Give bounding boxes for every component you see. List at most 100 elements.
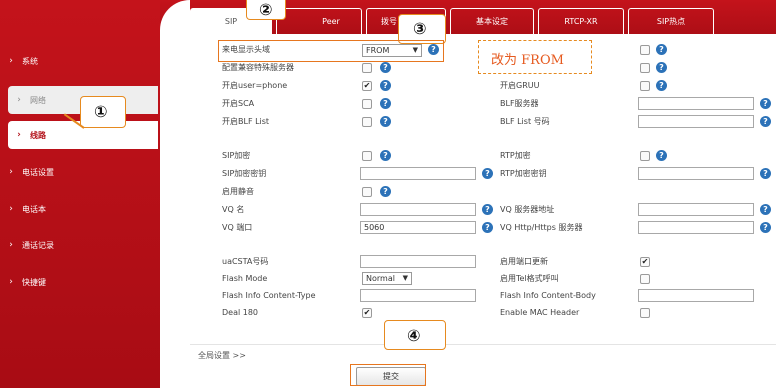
sidebar-item-call-log[interactable]: › 通话记录 — [0, 231, 158, 259]
user-phone-checkbox[interactable]: ✔ — [362, 81, 372, 91]
sip-encrypt-checkbox[interactable] — [362, 151, 372, 161]
annotation-callout-4: ④ — [384, 320, 446, 350]
sidebar-item-label: 通话记录 — [22, 240, 54, 250]
sidebar-item-label: 网络 — [30, 95, 46, 105]
uacsta-label: uaCSTA号码 — [222, 257, 269, 266]
mac-header-checkbox[interactable] — [640, 308, 650, 318]
mute-label: 启用静音 — [222, 187, 254, 196]
annotation-highlight-box — [218, 40, 444, 62]
blf-list-label: 开启BLF List — [222, 117, 270, 126]
annotation-number-4: ④ — [407, 326, 421, 345]
tab-label: SIP热点 — [656, 17, 686, 26]
mute-checkbox[interactable] — [362, 187, 372, 197]
annotation-submit-box — [350, 364, 426, 386]
tab-basic-settings[interactable]: 基本设定 — [450, 8, 534, 34]
port-update-checkbox[interactable]: ✔ — [640, 257, 650, 267]
help-icon[interactable]: ? — [380, 116, 391, 127]
divider — [190, 344, 776, 345]
sidebar: › 系统 › 网络 › 线路 › 电话设置 › 电话本 › 通话记录 › 快捷键 — [0, 0, 160, 388]
blf-list-number-label: BLF List 号码 — [500, 117, 550, 126]
global-settings-link[interactable]: 全局设置 >> — [198, 349, 246, 363]
user-phone-label: 开启user=phone — [222, 81, 288, 90]
vq-port-label: VQ 端口 — [222, 223, 253, 232]
tab-label: SIP — [224, 17, 238, 26]
select-value: Normal — [366, 274, 395, 283]
sidebar-item-phone-settings[interactable]: › 电话设置 — [0, 158, 158, 186]
sidebar-item-system[interactable]: › 系统 — [0, 47, 158, 75]
rtp-encrypt-label: RTP加密 — [500, 151, 531, 160]
tab-peer[interactable]: Peer — [276, 8, 362, 34]
help-icon[interactable]: ? — [760, 222, 771, 233]
hidden-setting-checkbox-1[interactable] — [640, 45, 650, 55]
sidebar-item-label: 电话设置 — [22, 167, 54, 177]
sidebar-item-label: 线路 — [30, 130, 46, 140]
flash-mode-select[interactable]: Normal ▼ — [362, 272, 412, 285]
vq-name-label: VQ 名 — [222, 205, 245, 214]
tab-sip-hotspot[interactable]: SIP热点 — [628, 8, 714, 34]
help-icon[interactable]: ? — [380, 98, 391, 109]
help-icon[interactable]: ? — [482, 168, 493, 179]
help-icon[interactable]: ? — [760, 116, 771, 127]
help-icon[interactable]: ? — [482, 222, 493, 233]
sidebar-item-label: 快捷键 — [22, 277, 46, 287]
help-icon[interactable]: ? — [656, 150, 667, 161]
help-icon[interactable]: ? — [760, 168, 771, 179]
annotation-number-3: ③ — [413, 19, 427, 38]
vq-http-input[interactable] — [638, 221, 754, 234]
blf-list-checkbox[interactable] — [362, 117, 372, 127]
help-icon[interactable]: ? — [760, 204, 771, 215]
help-icon[interactable]: ? — [482, 204, 493, 215]
vq-server-input[interactable] — [638, 203, 754, 216]
sca-label: 开启SCA — [222, 99, 255, 108]
chevron-right-icon: › — [9, 240, 13, 250]
rtp-key-input[interactable] — [638, 167, 754, 180]
flash-info-body-input[interactable] — [638, 289, 754, 302]
sip-key-label: SIP加密密钥 — [222, 169, 267, 178]
sca-checkbox[interactable] — [362, 99, 372, 109]
dropdown-arrow-icon: ▼ — [402, 274, 408, 282]
tel-call-label: 启用Tel格式呼叫 — [500, 274, 559, 283]
help-icon[interactable]: ? — [380, 62, 391, 73]
flash-info-type-label: Flash Info Content-Type — [222, 291, 316, 300]
annotation-number-2: ② — [259, 0, 273, 19]
mac-header-label: Enable MAC Header — [500, 308, 580, 317]
tel-call-checkbox[interactable] — [640, 274, 650, 284]
flash-info-type-input[interactable] — [360, 289, 476, 302]
annotation-number-1: ① — [94, 102, 108, 121]
sip-key-input[interactable] — [360, 167, 476, 180]
sidebar-item-label: 系统 — [22, 56, 38, 66]
vq-http-label: VQ Http/Https 服务器 — [500, 223, 583, 232]
port-update-label: 启用端口更新 — [500, 257, 548, 266]
special-server-checkbox[interactable] — [362, 63, 372, 73]
uacsta-input[interactable] — [360, 255, 476, 268]
vq-server-label: VQ 服务器地址 — [500, 205, 555, 214]
blf-server-input[interactable] — [638, 97, 754, 110]
hidden-setting-checkbox-2[interactable] — [640, 63, 650, 73]
help-icon[interactable]: ? — [380, 80, 391, 91]
special-server-label: 配置兼容特殊服务器 — [222, 63, 294, 72]
sidebar-item-phonebook[interactable]: › 电话本 — [0, 195, 158, 223]
tab-rtcp-xr[interactable]: RTCP-XR — [538, 8, 624, 34]
help-icon[interactable]: ? — [760, 98, 771, 109]
help-icon[interactable]: ? — [656, 80, 667, 91]
vq-name-input[interactable] — [360, 203, 476, 216]
sidebar-item-shortcuts[interactable]: › 快捷键 — [0, 268, 158, 296]
flash-info-body-label: Flash Info Content-Body — [500, 291, 596, 300]
deal-180-label: Deal 180 — [222, 308, 259, 317]
help-icon[interactable]: ? — [656, 44, 667, 55]
help-icon[interactable]: ? — [656, 62, 667, 73]
sip-settings-panel: 来电显示头域 FROM ▼ ? ? 配置兼容特殊服务器 ? ? 开启user=p… — [190, 34, 776, 388]
blf-server-label: BLF服务器 — [500, 99, 539, 108]
help-icon[interactable]: ? — [380, 186, 391, 197]
blf-list-number-input[interactable] — [638, 115, 754, 128]
help-icon[interactable]: ? — [380, 150, 391, 161]
chevron-right-icon: › — [9, 56, 13, 66]
deal-180-checkbox[interactable]: ✔ — [362, 308, 372, 318]
chevron-right-icon: › — [9, 204, 13, 214]
tab-label: 基本设定 — [476, 17, 508, 26]
vq-port-input[interactable]: 5060 — [360, 221, 476, 234]
chevron-right-icon: › — [17, 95, 21, 105]
rtp-encrypt-checkbox[interactable] — [640, 151, 650, 161]
gruu-checkbox[interactable] — [640, 81, 650, 91]
gruu-label: 开启GRUU — [500, 81, 540, 90]
